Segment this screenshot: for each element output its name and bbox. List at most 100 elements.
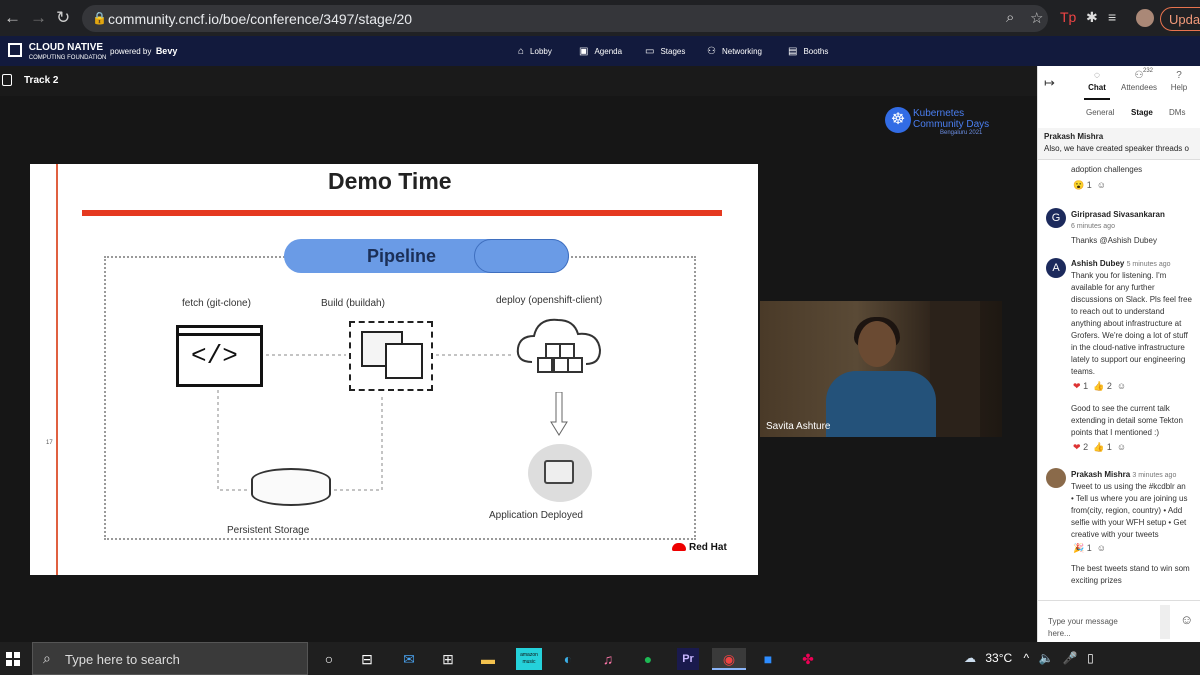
message-author[interactable]: Giriprasad Sivasankaran	[1071, 210, 1165, 219]
reaction-row-3[interactable]: ❤ 2 👍 1 ☺	[1073, 442, 1126, 453]
chrome-icon[interactable]: ◉	[712, 648, 746, 670]
emoji-picker-icon[interactable]: ☺	[1180, 612, 1193, 627]
avatar[interactable]: G	[1046, 208, 1066, 228]
tray-chevron-icon[interactable]: ^	[1024, 651, 1030, 665]
spotify-icon[interactable]: ●	[637, 648, 659, 670]
avatar[interactable]: A	[1046, 258, 1066, 278]
temperature[interactable]: 33°C	[985, 651, 1012, 665]
edge-icon[interactable]: ◐	[557, 648, 579, 670]
tab-chat-label: Chat	[1088, 83, 1106, 92]
speaker-body	[826, 371, 936, 437]
nav-agenda[interactable]: ▣ Agenda	[579, 46, 622, 57]
subtab-general[interactable]: General	[1086, 108, 1114, 117]
zoom-icon[interactable]: ⌕	[1006, 9, 1014, 26]
nav-networking[interactable]: ⚇ Networking	[707, 46, 762, 57]
calendar-icon: ▣	[579, 46, 589, 57]
speaker-head	[858, 321, 896, 367]
app-header: CLOUD NATIVE COMPUTING FOUNDATION powere…	[0, 36, 1200, 66]
nav-booths[interactable]: ▤ Booths	[788, 46, 828, 57]
add-reaction-icon[interactable]: ☺	[1097, 180, 1106, 190]
surprised-emoji-icon: 😮	[1073, 180, 1085, 190]
home-icon: ⌂	[518, 46, 525, 57]
task-view-icon[interactable]: ⊟	[356, 648, 378, 670]
extensions-puzzle-icon[interactable]: ✱	[1086, 9, 1098, 26]
back-icon[interactable]: ←	[4, 8, 21, 28]
track-icon[interactable]	[2, 74, 12, 86]
taskbar-search-placeholder: Type here to search	[65, 652, 180, 667]
reaction-row-2[interactable]: ❤ 1 👍 2 ☺	[1073, 381, 1126, 392]
store-icon[interactable]: ⊞	[437, 648, 459, 670]
cortana-icon[interactable]: ○	[318, 648, 340, 670]
media-control-icon[interactable]: ≡	[1108, 9, 1116, 25]
brand-line2: COMPUTING FOUNDATION	[28, 55, 107, 61]
input-scrollbar[interactable]	[1160, 605, 1170, 639]
windows-start-icon[interactable]	[6, 652, 20, 666]
itunes-icon[interactable]: ♫	[597, 648, 619, 670]
add-reaction-icon[interactable]: ☺	[1097, 543, 1106, 553]
tab-chat[interactable]: ◌ Chat	[1084, 70, 1110, 100]
address-bar[interactable]: 🔒 community.cncf.io/boe/conference/3497/…	[82, 5, 1048, 32]
webcam-door	[930, 301, 980, 437]
slack-icon[interactable]: ✤	[797, 648, 819, 670]
lock-icon: 🔒	[92, 11, 107, 25]
pinned-text: Also, we have created speaker threads o	[1044, 144, 1189, 153]
volume-icon[interactable]: 🔈	[1038, 651, 1053, 665]
nav-stages[interactable]: ▭ Stages	[645, 46, 685, 57]
reload-icon[interactable]: ↻	[56, 8, 70, 28]
collapse-panel-icon[interactable]: ↦	[1044, 75, 1055, 91]
avatar[interactable]	[1046, 468, 1066, 488]
subtab-stage[interactable]: Stage	[1131, 108, 1153, 117]
tab-help[interactable]: ? Help	[1168, 70, 1190, 100]
url-text: community.cncf.io/boe/conference/3497/st…	[108, 11, 413, 27]
microphone-icon[interactable]: 🎤	[1063, 651, 1078, 665]
reaction-row-1[interactable]: 😮 1 ☺	[1073, 180, 1106, 191]
profile-avatar[interactable]	[1136, 9, 1154, 27]
nav-booths-label: Booths	[803, 47, 829, 56]
subtab-dms[interactable]: DMs	[1169, 108, 1185, 117]
help-icon: ?	[1176, 70, 1182, 81]
tab-attendees-label: Attendees	[1121, 83, 1158, 92]
presentation-slide: 17 Demo Time Pipeline fetch (git-clone) …	[30, 164, 758, 575]
reaction-count: 1	[1086, 543, 1092, 553]
chat-feed[interactable]: adoption challenges 😮 1 ☺ G Giriprasad S…	[1038, 160, 1200, 600]
extension-tp-icon[interactable]: Tp	[1060, 9, 1076, 25]
speaker-webcam: Savita Ashture	[760, 301, 1002, 437]
message-input-placeholder: Type your message here...	[1048, 617, 1118, 638]
heart-icon: ❤	[1073, 381, 1081, 391]
amazon-music-icon[interactable]: amazon music	[516, 648, 542, 670]
message-input[interactable]: Type your message here... ☺	[1038, 600, 1200, 642]
message-text: Thanks @Ashish Dubey	[1071, 236, 1157, 245]
brand-line1: CLOUD NATIVE	[28, 42, 104, 53]
pipeline-connectors	[217, 354, 512, 491]
update-button[interactable]: Update	[1160, 7, 1200, 31]
browser-toolbar: ← → ↻ 🔒 community.cncf.io/boe/conference…	[0, 0, 1200, 36]
forward-icon[interactable]: →	[30, 8, 47, 28]
powered-by: powered by Bevy	[110, 46, 177, 56]
add-reaction-icon[interactable]: ☺	[1117, 381, 1126, 391]
message-text: Tweet to us using the #kcdblr an • Tell …	[1071, 482, 1188, 539]
track-bar: Track 2	[0, 66, 1037, 96]
nav-lobby[interactable]: ⌂ Lobby	[518, 46, 552, 57]
bookmark-star-icon[interactable]: ☆	[1030, 9, 1043, 27]
pinned-message[interactable]: Prakash Mishra Also, we have created spe…	[1038, 128, 1200, 160]
reaction-row-4[interactable]: 🎉 1 ☺	[1073, 543, 1106, 554]
premiere-pro-icon[interactable]: Pr	[677, 648, 699, 670]
kcd-logo: ☸ Kubernetes Community Days Bengaluru 20…	[885, 107, 995, 137]
nav-stages-label: Stages	[660, 47, 686, 56]
add-reaction-icon[interactable]: ☺	[1117, 442, 1126, 452]
taskbar-search[interactable]: ⌕ Type here to search	[32, 642, 308, 675]
weather-cloud-icon[interactable]: ☁	[964, 651, 976, 665]
mail-icon[interactable]: ✉	[398, 648, 420, 670]
message-author[interactable]: Ashish Dubey 5 minutes ago	[1071, 259, 1171, 268]
network-icon[interactable]: ▯	[1087, 651, 1094, 665]
stage-video[interactable]: ☸ Kubernetes Community Days Bengaluru 20…	[0, 96, 1037, 642]
zoom-app-icon[interactable]: ■	[757, 648, 779, 670]
message-author[interactable]: Prakash Mishra 3 minutes ago	[1071, 470, 1176, 479]
track-title: Track 2	[24, 75, 59, 86]
cncf-logo[interactable]: CLOUD NATIVE COMPUTING FOUNDATION	[8, 43, 106, 63]
tab-attendees[interactable]: ⚇ 232 Attendees	[1121, 68, 1158, 100]
thumbs-up-icon: 👍	[1093, 381, 1105, 391]
file-explorer-icon[interactable]: ▬	[477, 648, 499, 670]
pinned-author: Prakash Mishra	[1044, 132, 1104, 141]
heart-icon: ❤	[1073, 442, 1081, 452]
